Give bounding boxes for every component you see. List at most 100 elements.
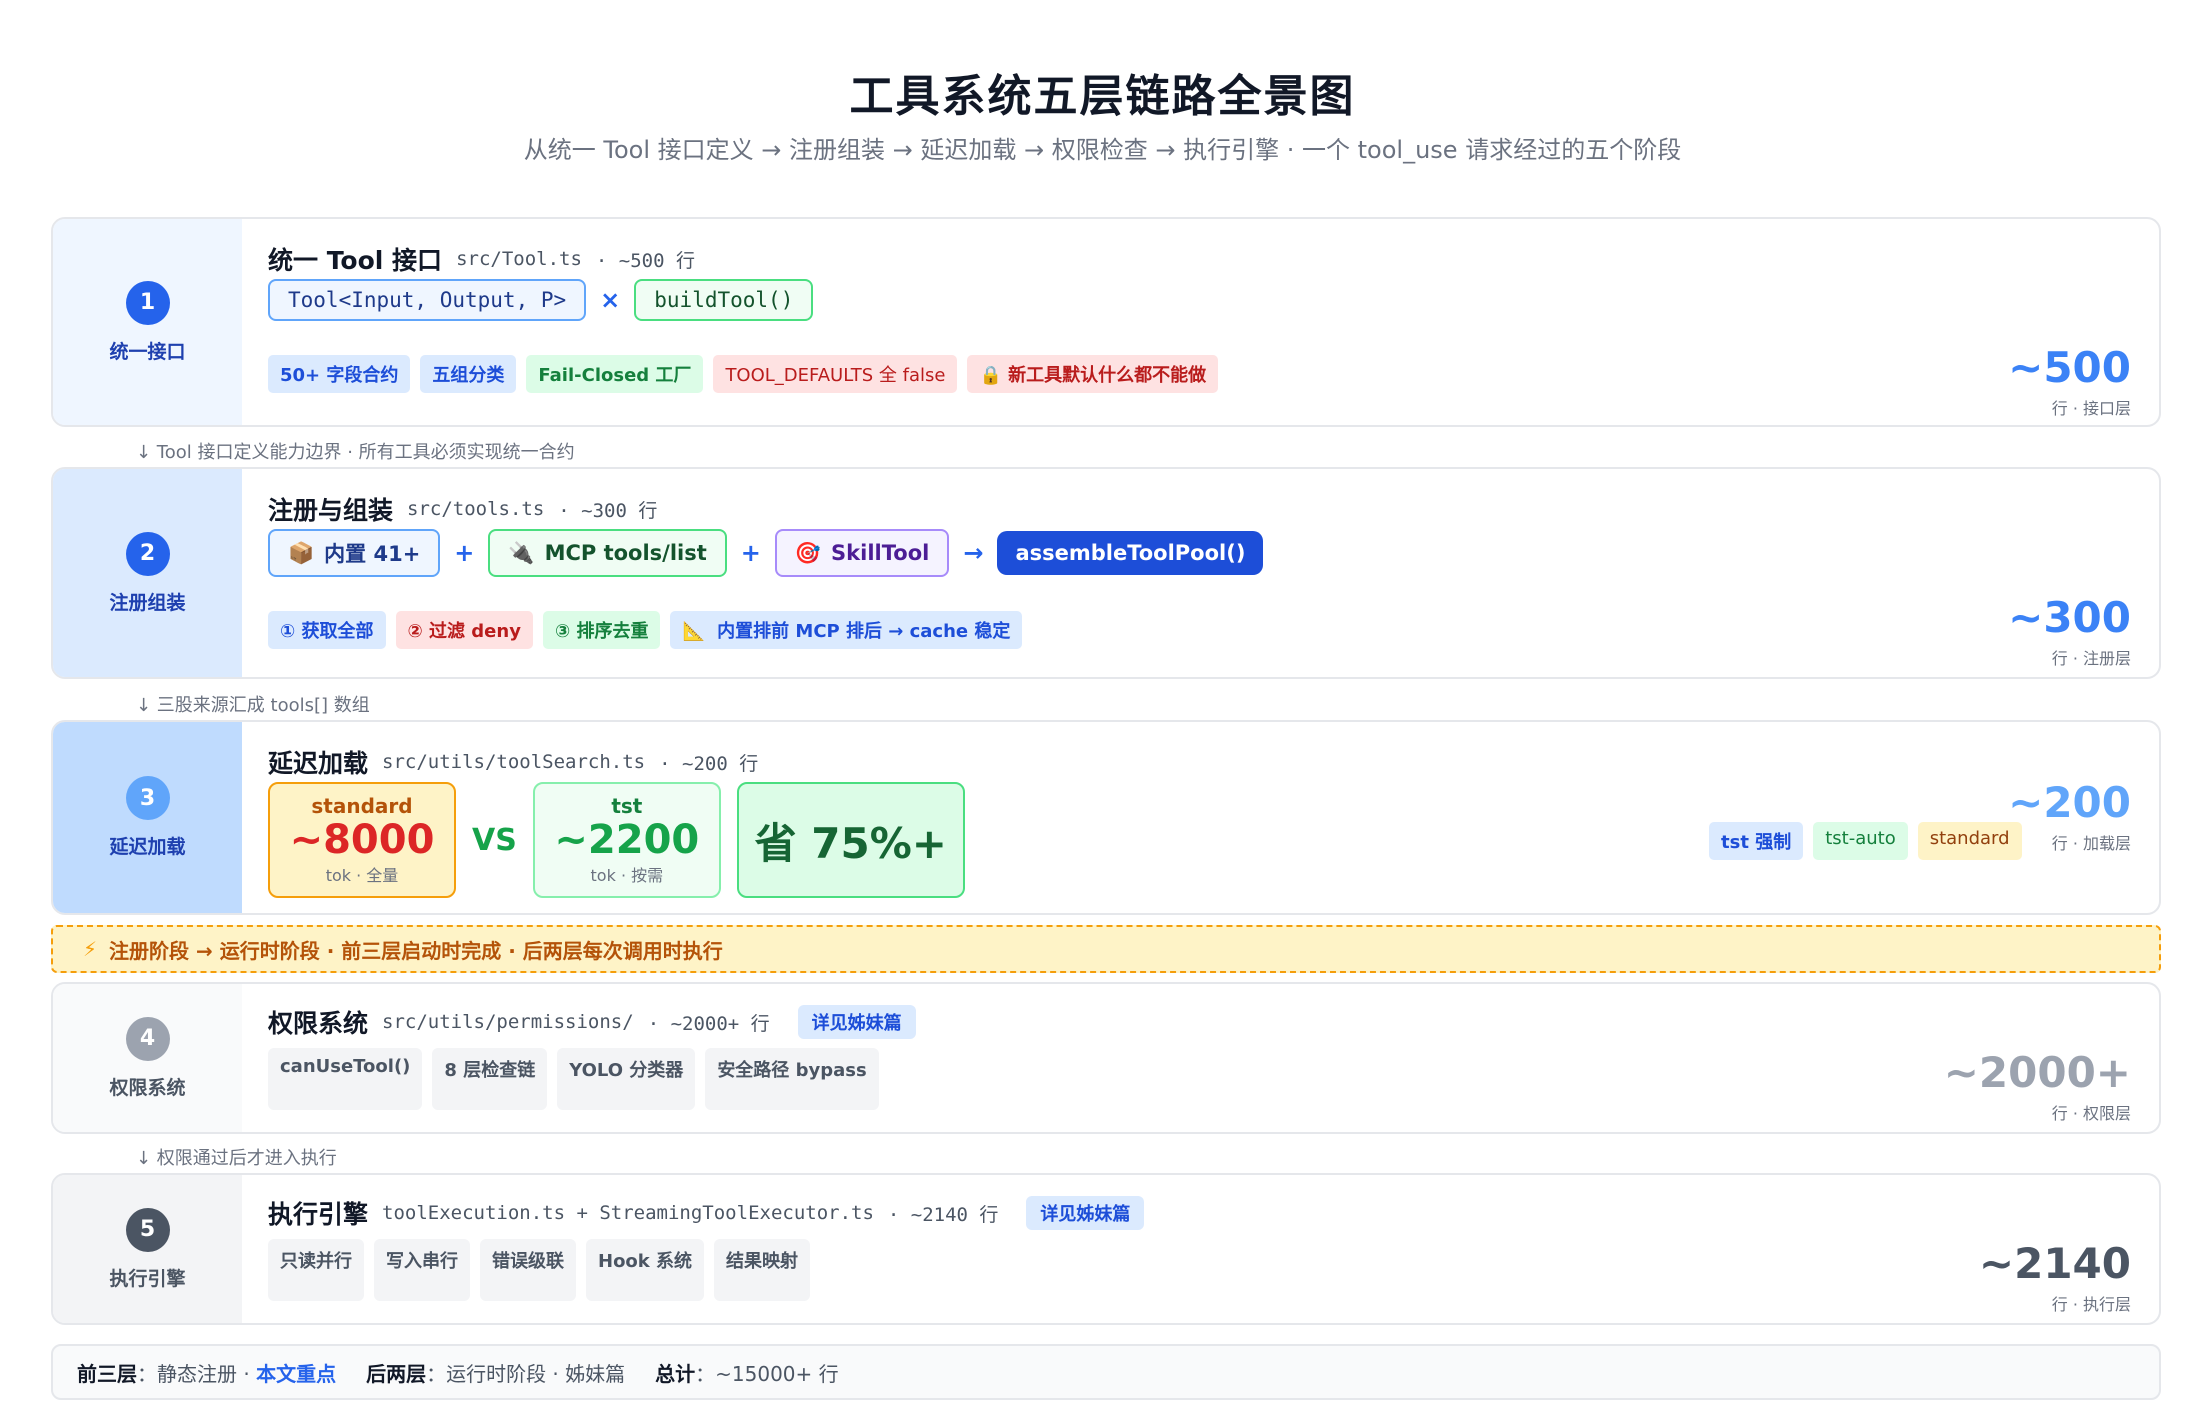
layer-5-card: 5 执行引擎 执行引擎 toolExecution.ts + Streaming… bbox=[51, 1173, 2161, 1325]
layer-5-side-label: 执行引擎 bbox=[109, 1267, 186, 1290]
layer-5-stat-sub: 行 · 执行层 bbox=[2051, 1295, 2131, 1314]
builtin-tools-pill: 📦 内置 41+ bbox=[268, 529, 441, 577]
savings-value: 省 75%+ bbox=[754, 818, 947, 868]
layer-4-title: 权限系统 bbox=[268, 1009, 369, 1038]
tag-field-contract: 50+ 字段合约 bbox=[268, 355, 411, 393]
layer-2-side: 2 注册组装 bbox=[53, 469, 242, 677]
layer-1-tags: 50+ 字段合约 五组分类 Fail-Closed 工厂 TOOL_DEFAUL… bbox=[268, 355, 1219, 393]
tag-cache-stable-text: 内置排前 MCP 排后 → cache 稳定 bbox=[717, 621, 1011, 642]
layer-3-side: 3 延迟加载 bbox=[53, 722, 242, 913]
layer-1-side-label: 统一接口 bbox=[109, 340, 186, 363]
plug-icon: 🔌 bbox=[508, 540, 535, 565]
builtin-tools-label: 内置 41+ bbox=[324, 542, 421, 566]
layer-1-stat-number: ~500 bbox=[2008, 343, 2131, 392]
standard-label: standard bbox=[311, 794, 413, 818]
layer-4-header: 权限系统 src/utils/permissions/ · ~2000+ 行 详… bbox=[268, 1004, 916, 1040]
layer-4-stat-sub: 行 · 权限层 bbox=[2051, 1104, 2131, 1123]
ruler-icon: 📐 bbox=[682, 621, 705, 642]
layer-1-meta: · ~500 行 bbox=[595, 249, 695, 272]
phase-banner-text: 注册阶段 → 运行时阶段 · 前三层启动时完成 · 后两层每次调用时执行 bbox=[109, 938, 723, 963]
chip-yolo-classifier: YOLO 分类器 bbox=[557, 1048, 696, 1110]
savings-box: 省 75%+ bbox=[736, 782, 965, 898]
layer-2-stat-number: ~300 bbox=[2008, 593, 2131, 642]
layer-2-card: 2 注册组装 注册与组装 src/tools.ts · ~300 行 📦 内置 … bbox=[51, 467, 2161, 679]
summary-footer: 前三层：静态注册 · 本文重点 后两层：运行时阶段 · 姊妹篇 总计：~1500… bbox=[51, 1344, 2161, 1400]
skill-tool-pill: 🎯 SkillTool bbox=[774, 529, 950, 577]
footer-a-highlight[interactable]: 本文重点 bbox=[256, 1362, 336, 1386]
layer-1-title: 统一 Tool 接口 bbox=[268, 246, 443, 275]
tag-filter-deny: ② 过滤 deny bbox=[395, 611, 533, 649]
layer-5-header: 执行引擎 toolExecution.ts + StreamingToolExe… bbox=[268, 1195, 1145, 1231]
layer-1-card: 1 统一接口 统一 Tool 接口 src/Tool.ts · ~500 行 T… bbox=[51, 217, 2161, 427]
footer-total: 总计：~15000+ 行 bbox=[655, 1358, 839, 1387]
footer-b-label: 后两层 bbox=[366, 1361, 427, 1386]
layer-3-header: 延迟加载 src/utils/toolSearch.ts · ~200 行 bbox=[268, 744, 758, 780]
layer-4-meta: · ~2000+ 行 bbox=[647, 1012, 770, 1035]
layer-3-tags: tst 强制 tst-auto standard bbox=[1709, 822, 2022, 860]
layer-3-side-label: 延迟加载 bbox=[109, 836, 186, 858]
layer-5-title: 执行引擎 bbox=[268, 1200, 369, 1229]
footer-last-two: 后两层：运行时阶段 · 姊妹篇 bbox=[366, 1358, 625, 1387]
layer-4-card: 4 权限系统 权限系统 src/utils/permissions/ · ~20… bbox=[51, 982, 2161, 1134]
layer-1-formula: Tool<Input, Output, P> × buildTool() bbox=[268, 279, 814, 321]
layer-2-title: 注册与组装 bbox=[268, 496, 394, 525]
layer-3-stat-sub: 行 · 加载层 bbox=[2051, 834, 2131, 853]
tag-default-nothing: 🔒 新工具默认什么都不能做 bbox=[967, 355, 1219, 393]
layer-3-number: 3 bbox=[125, 776, 170, 820]
connector-1: ↓ Tool 接口定义能力边界 · 所有工具必须实现统一合约 bbox=[136, 442, 575, 463]
layer-5-chips: 只读并行 写入串行 错误级联 Hook 系统 结果映射 bbox=[268, 1239, 811, 1301]
layer-2-header: 注册与组装 src/tools.ts · ~300 行 bbox=[268, 491, 657, 527]
layer-5-path: toolExecution.ts + StreamingToolExecutor… bbox=[382, 1202, 874, 1224]
chip-readonly-parallel: 只读并行 bbox=[268, 1239, 364, 1301]
footer-b-text: ：运行时阶段 · 姊妹篇 bbox=[426, 1361, 626, 1386]
layer-3-path: src/utils/toolSearch.ts bbox=[382, 751, 646, 773]
layer-1-path: src/Tool.ts bbox=[456, 248, 582, 270]
layer-2-tags: ① 获取全部 ② 过滤 deny ③ 排序去重 📐 内置排前 MCP 排后 → … bbox=[268, 611, 1023, 649]
vs-label: VS bbox=[472, 822, 517, 858]
tag-tst-auto: tst-auto bbox=[1813, 822, 1908, 860]
layer-2-side-label: 注册组装 bbox=[109, 591, 186, 614]
layer-1-number: 1 bbox=[125, 280, 170, 325]
package-icon: 📦 bbox=[288, 540, 315, 565]
layer-5-side: 5 执行引擎 bbox=[53, 1175, 242, 1323]
page-title: 工具系统五层链路全景图 bbox=[849, 71, 1356, 122]
standard-value: ~8000 bbox=[289, 817, 435, 863]
chip-safe-path-bypass: 安全路径 bypass bbox=[705, 1048, 879, 1110]
layer-1-stat: ~500 行 · 接口层 bbox=[2008, 347, 2131, 419]
layer-2-sources: 📦 内置 41+ + 🔌 MCP tools/list + 🎯 SkillToo… bbox=[268, 529, 1264, 577]
layer-5-stat-number: ~2140 bbox=[1978, 1239, 2131, 1288]
layer-2-stat: ~300 行 · 注册层 bbox=[2008, 597, 2131, 669]
layer-1-header: 统一 Tool 接口 src/Tool.ts · ~500 行 bbox=[268, 241, 695, 277]
tag-tst-forced: tst 强制 bbox=[1709, 822, 1804, 860]
tag-sort-dedupe: ③ 排序去重 bbox=[542, 611, 661, 649]
connector-4: ↓ 权限通过后才进入执行 bbox=[136, 1148, 337, 1169]
footer-first-three: 前三层：静态注册 · 本文重点 bbox=[77, 1358, 336, 1387]
standard-token-box: standard ~8000 tok · 全量 bbox=[268, 782, 456, 898]
layer-5-sister-link[interactable]: 详见姊妹篇 bbox=[1026, 1196, 1145, 1230]
lock-icon: 🔒 bbox=[979, 365, 1002, 386]
layer-4-stat: ~2000+ 行 · 权限层 bbox=[1944, 1052, 2131, 1124]
tool-interface-pill: Tool<Input, Output, P> bbox=[268, 279, 587, 321]
skill-tool-label: SkillTool bbox=[831, 541, 930, 565]
tag-fail-closed: Fail-Closed 工厂 bbox=[526, 355, 704, 393]
arrow-operator: → bbox=[963, 539, 984, 567]
plus-operator-1: + bbox=[454, 539, 475, 567]
layer-4-sister-link[interactable]: 详见姊妹篇 bbox=[797, 1005, 916, 1039]
standard-sub: tok · 全量 bbox=[325, 866, 399, 885]
layer-5-number: 5 bbox=[125, 1207, 170, 1252]
tst-token-box: tst ~2200 tok · 按需 bbox=[532, 782, 721, 898]
footer-a-label: 前三层 bbox=[77, 1361, 137, 1386]
tag-five-groups: 五组分类 bbox=[420, 355, 517, 393]
chip-can-use-tool: canUseTool() bbox=[268, 1048, 423, 1110]
tag-cache-stable: 📐 内置排前 MCP 排后 → cache 稳定 bbox=[670, 611, 1023, 649]
layer-2-stat-sub: 行 · 注册层 bbox=[2051, 649, 2131, 668]
assemble-tool-pool-pill: assembleToolPool() bbox=[997, 531, 1264, 575]
tst-sub: tok · 按需 bbox=[590, 866, 664, 885]
layer-4-number: 4 bbox=[125, 1016, 170, 1061]
layer-3-title: 延迟加载 bbox=[268, 749, 369, 778]
chip-hook-system: Hook 系统 bbox=[586, 1239, 705, 1301]
phase-banner: ⚡ 注册阶段 → 运行时阶段 · 前三层启动时完成 · 后两层每次调用时执行 bbox=[51, 925, 2161, 973]
layer-2-number: 2 bbox=[125, 531, 170, 576]
layer-4-chips: canUseTool() 8 层检查链 YOLO 分类器 安全路径 bypass bbox=[268, 1048, 879, 1110]
lightning-icon: ⚡ bbox=[83, 937, 98, 961]
